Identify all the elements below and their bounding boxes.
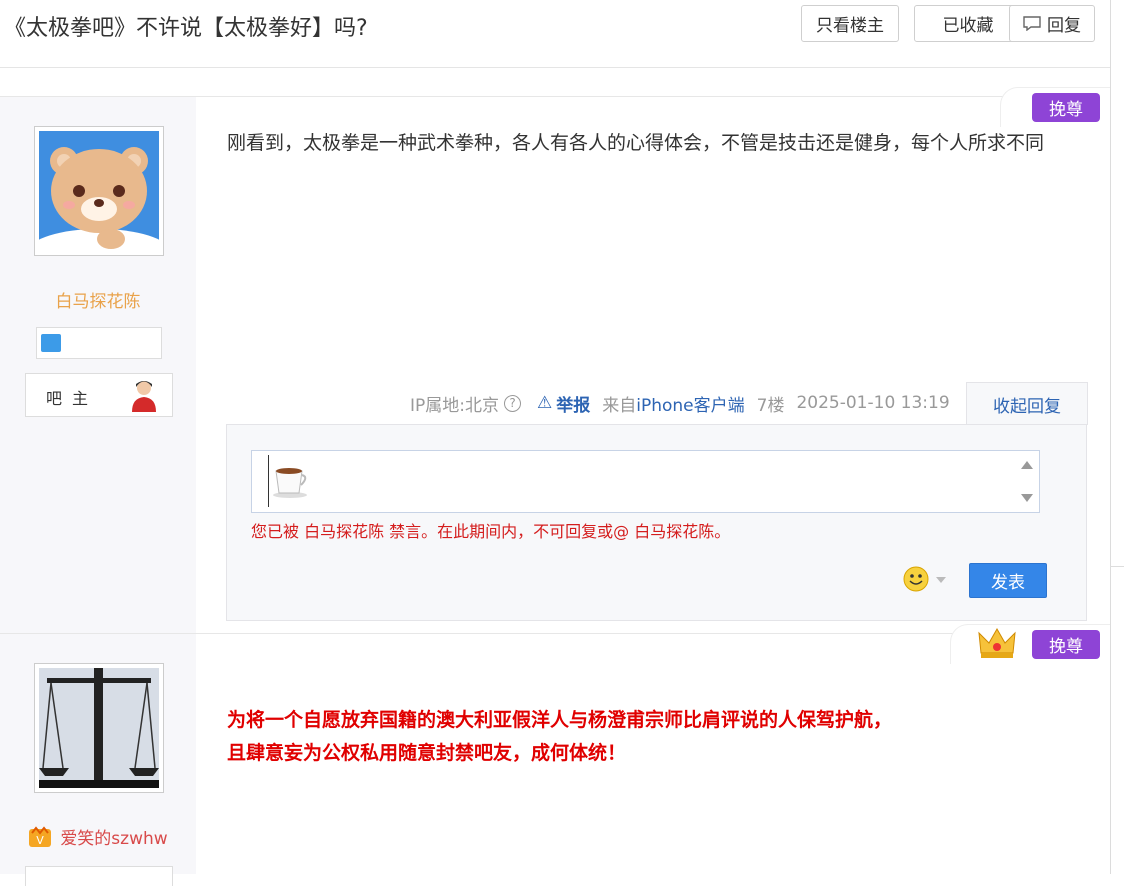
- post-time: 2025-01-10 13:19: [796, 393, 950, 413]
- client-prefix: 来自: [602, 395, 637, 416]
- reply-button[interactable]: 回复: [1009, 5, 1095, 42]
- bear-avatar-icon: [39, 131, 159, 251]
- reply-button-label: 回复: [1047, 16, 1081, 36]
- role-badge: [25, 866, 173, 886]
- page-edge: [1110, 0, 1111, 874]
- text-caret: [268, 455, 269, 507]
- mute-warning: 您已被 白马探花陈 禁言。在此期间内，不可回复或@ 白马探花陈。: [251, 522, 731, 541]
- reply-editor[interactable]: [251, 450, 1040, 513]
- badge-label: 挽尊: [1049, 100, 1083, 120]
- comment-icon: [1023, 16, 1041, 31]
- post-content: 为将一个自愿放弃国籍的澳大利亚假洋人与杨澄甫宗师比肩评说的人保驾护航， 且肆意妄…: [227, 704, 1087, 770]
- username[interactable]: 爱笑的szwhw: [60, 824, 167, 849]
- reply-box: 您已被 白马探花陈 禁言。在此期间内，不可回复或@ 白马探花陈。 发表: [226, 424, 1087, 621]
- crown-icon: [978, 627, 1016, 658]
- favorite-button[interactable]: 已收藏: [914, 5, 1022, 42]
- report-link[interactable]: 举报: [556, 391, 590, 416]
- author-sidebar: V 爱笑的szwhw: [0, 634, 196, 886]
- ip-location: IP属地:北京: [410, 395, 499, 416]
- post-content: 刚看到，太极拳是一种武术拳种，各人有各人的心得体会，不管是技击还是健身，每个人所…: [227, 132, 1045, 154]
- role-badge: 吧主: [25, 373, 173, 417]
- warning-icon[interactable]: ⚠: [537, 393, 552, 413]
- avatar[interactable]: [34, 663, 164, 793]
- floor-number: 7楼: [756, 395, 785, 416]
- badge-wanzun[interactable]: 挽尊: [1032, 93, 1100, 122]
- post-next-floor: V 爱笑的szwhw 挽尊 为将一个自愿放弃国籍的澳大利亚假洋人与杨澄甫宗师比肩…: [0, 624, 1110, 886]
- only-op-button[interactable]: 只看楼主: [801, 5, 899, 42]
- scales-avatar-icon: [39, 668, 159, 788]
- scroll-up-arrow[interactable]: [1021, 461, 1033, 469]
- send-button[interactable]: 发表: [969, 563, 1047, 598]
- scroll-down-arrow[interactable]: [1021, 494, 1033, 502]
- collapse-replies-tab[interactable]: 收起回复: [966, 382, 1088, 425]
- badge-label: 挽尊: [1049, 637, 1083, 657]
- badge-wanzun[interactable]: 挽尊: [1032, 630, 1100, 659]
- svg-text:V: V: [37, 834, 45, 847]
- vip-icon: V: [29, 825, 52, 847]
- wave-icon: [41, 334, 61, 352]
- level-badge: [36, 327, 162, 359]
- coffee-cup-icon: [273, 468, 307, 498]
- username[interactable]: 白马探花陈: [0, 287, 196, 312]
- content-line: 为将一个自愿放弃国籍的澳大利亚假洋人与杨澄甫宗师比肩评说的人保驾护航，: [227, 709, 893, 731]
- content-line: 且肆意妄为公权私用随意封禁吧友，成何体统！: [227, 742, 627, 764]
- username-row[interactable]: V 爱笑的szwhw: [0, 824, 196, 849]
- thread-header: 《太极拳吧》不许说【太极拳好】吗? 只看楼主 已收藏 回复: [0, 0, 1110, 68]
- moderator-icon: [132, 381, 156, 412]
- thread-title: 《太极拳吧》不许说【太极拳好】吗?: [4, 16, 368, 41]
- emoji-icon[interactable]: [903, 566, 929, 592]
- help-icon[interactable]: ?: [504, 394, 521, 412]
- post-floor-7: 白马探花陈 吧主 挽尊 刚看到，太极拳是一种武术拳种，各人有各人的心得体会，不管…: [0, 87, 1110, 634]
- role-label: 吧主: [46, 389, 99, 408]
- avatar[interactable]: [34, 126, 164, 256]
- author-sidebar: 白马探花陈 吧主: [0, 97, 196, 634]
- post-meta: IP属地:北京 ? ⚠ 举报 来自 iPhone客户端 7楼 2025-01-1…: [410, 382, 950, 424]
- client-link[interactable]: iPhone客户端: [636, 391, 744, 416]
- divider: [1110, 566, 1124, 567]
- chevron-down-icon[interactable]: [936, 577, 946, 583]
